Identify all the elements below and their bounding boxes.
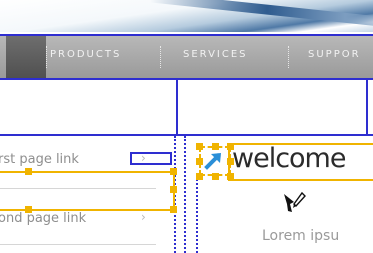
column-guide-dotted	[184, 136, 186, 253]
resize-handle[interactable]	[170, 168, 177, 175]
welcome-heading[interactable]: welcome	[232, 143, 346, 174]
pen-cursor-icon	[284, 191, 306, 212]
resize-handle[interactable]	[196, 173, 203, 180]
sidebar-divider	[0, 244, 156, 245]
header-banner	[0, 0, 373, 32]
nav-home-block[interactable]	[6, 36, 46, 78]
nav-separator	[288, 46, 289, 68]
nav-item-services[interactable]: SERVICES	[183, 49, 248, 60]
resize-handle[interactable]	[196, 158, 203, 165]
sidebar-link-first[interactable]: rst page link	[0, 152, 79, 167]
nav-item-products[interactable]: PRODUCTS	[50, 49, 121, 60]
resize-handle[interactable]	[196, 143, 203, 150]
resize-handle[interactable]	[212, 173, 219, 180]
layout-region-divider	[176, 80, 178, 136]
banner-swoosh	[150, 0, 373, 30]
nav-separator	[46, 46, 47, 68]
resize-handle[interactable]	[25, 168, 32, 175]
resize-handle[interactable]	[170, 206, 177, 213]
nav-separator	[160, 46, 161, 68]
top-navigation-bar: PRODUCTS SERVICES SUPPOR	[0, 34, 373, 80]
layout-region-box	[0, 80, 373, 136]
resize-handle[interactable]	[170, 186, 177, 193]
nav-item-support[interactable]: SUPPOR	[308, 49, 361, 60]
chevron-right-icon: ›	[141, 210, 146, 224]
arrow-up-right-icon[interactable]	[203, 149, 225, 171]
sidebar-divider	[0, 188, 156, 189]
inline-element-outline	[130, 152, 172, 165]
column-guide-dotted	[196, 176, 198, 253]
layout-right-guide	[366, 80, 368, 136]
body-text: Lorem ipsu	[262, 228, 340, 244]
sidebar-link-second[interactable]: ond page link	[0, 211, 86, 226]
